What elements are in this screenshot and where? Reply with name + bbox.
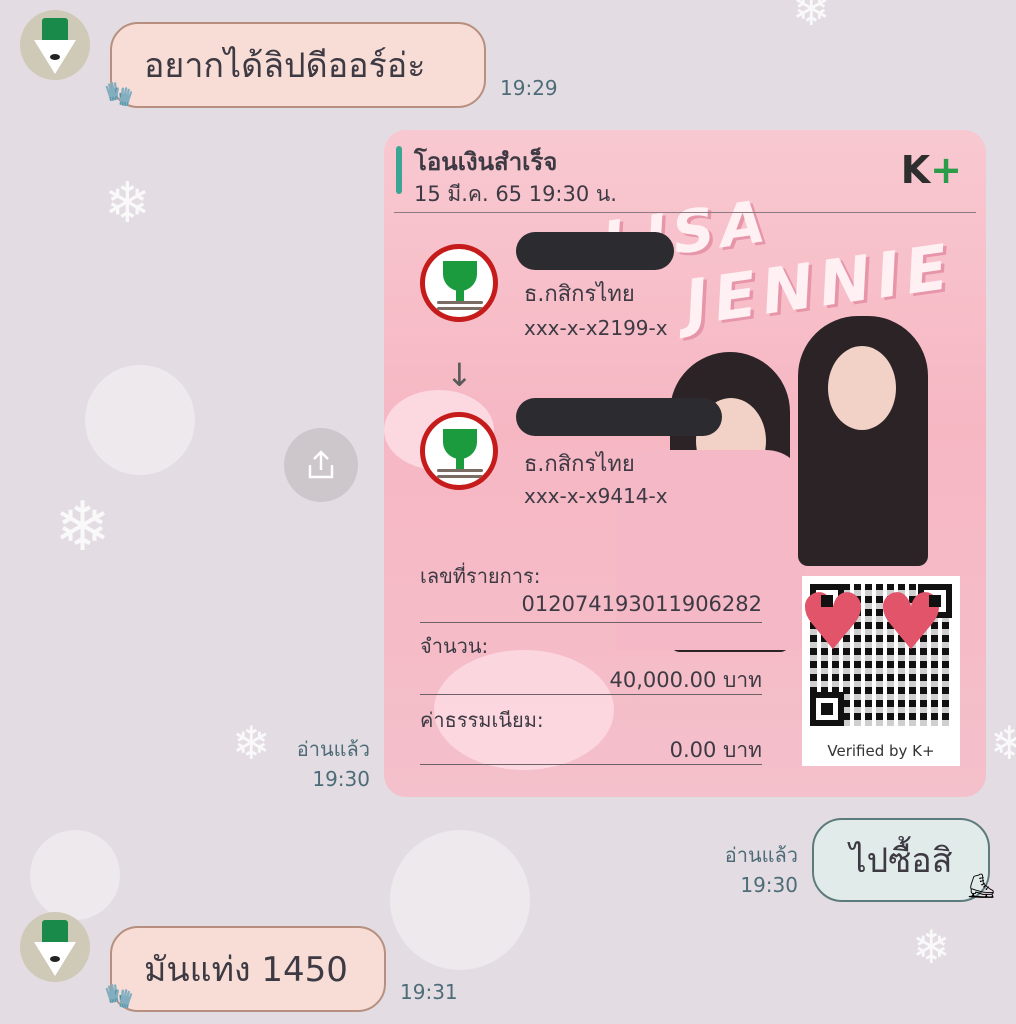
snowflake-icon: ❄ [54, 488, 111, 567]
avatar[interactable] [20, 10, 90, 80]
read-label: อ่านแล้ว [296, 737, 370, 761]
redacted-name [516, 398, 722, 436]
snowflake-icon: ❄ [912, 920, 951, 974]
message-bubble[interactable]: มันแท่ง 1450 [110, 926, 386, 1012]
photo-face [828, 346, 896, 430]
slip-datetime: 15 มี.ค. 65 19:30 น. [414, 182, 617, 206]
slip-accent-bar [396, 146, 402, 194]
message-text: ไปซื้อสิ [849, 841, 953, 881]
fee-label: ค่าธรรมเนียม: [420, 708, 544, 732]
kplus-logo: K+ [900, 148, 962, 192]
read-label: อ่านแล้ว [724, 843, 798, 867]
divider [420, 694, 762, 695]
divider [420, 622, 762, 623]
amount-label: จำนวน: [420, 634, 489, 658]
redacted-name [516, 232, 674, 270]
from-bank: ธ.กสิกรไทย [524, 282, 635, 307]
photo-person [616, 450, 806, 650]
read-status: อ่านแล้ว 19:30 [270, 734, 370, 794]
qr-code: ♥ ♥ Verified by K+ [798, 576, 960, 766]
snowflake-icon: ❄ [792, 0, 831, 36]
bokeh [85, 365, 195, 475]
message-time: 19:30 [740, 873, 798, 897]
share-icon [308, 450, 334, 479]
snowflake-icon: ❄ [104, 171, 151, 236]
from-account: xxx-x-x2199-x [524, 316, 668, 340]
transfer-slip[interactable]: LISA JENNIE โอนเงินสำเร็จ 15 มี.ค. 65 19… [384, 130, 986, 797]
verified-label: Verified by K+ [827, 742, 935, 760]
kbank-logo [420, 412, 498, 490]
share-button[interactable] [284, 428, 358, 502]
bokeh [30, 830, 120, 920]
fee-value: 0.00 บาท [669, 738, 762, 762]
message-time: 19:29 [500, 76, 558, 100]
read-status: อ่านแล้ว 19:30 [698, 840, 798, 900]
message-text: อยากได้ลิปดีออร์อ่ะ [144, 46, 426, 86]
ref-value: 012074193011906282 [521, 592, 763, 616]
message-time: 19:30 [312, 767, 370, 791]
message-text: มันแท่ง 1450 [144, 950, 348, 990]
down-arrow-icon: ↓ [446, 356, 473, 394]
kbank-logo [420, 244, 498, 322]
snowflake-icon: ❄ [232, 716, 271, 770]
skate-icon: ⛸ [966, 872, 997, 900]
message-bubble[interactable]: ไปซื้อสิ [812, 818, 990, 902]
amount-value: 40,000.00 บาท [609, 668, 762, 692]
slip-title: โอนเงินสำเร็จ [414, 148, 558, 176]
message-bubble[interactable]: อยากได้ลิปดีออร์อ่ะ [110, 22, 486, 108]
avatar[interactable] [20, 912, 90, 982]
mitten-icon: 🧤 [104, 982, 134, 1010]
bokeh [390, 830, 530, 970]
snowflake-icon: ❄ [990, 716, 1016, 770]
divider [420, 764, 762, 765]
ref-label: เลขที่รายการ: [420, 564, 541, 588]
to-account: xxx-x-x9414-x [524, 484, 668, 508]
message-time: 19:31 [400, 980, 458, 1004]
mitten-icon: 🧤 [104, 80, 134, 108]
divider [394, 212, 976, 213]
to-bank: ธ.กสิกรไทย [524, 452, 635, 477]
